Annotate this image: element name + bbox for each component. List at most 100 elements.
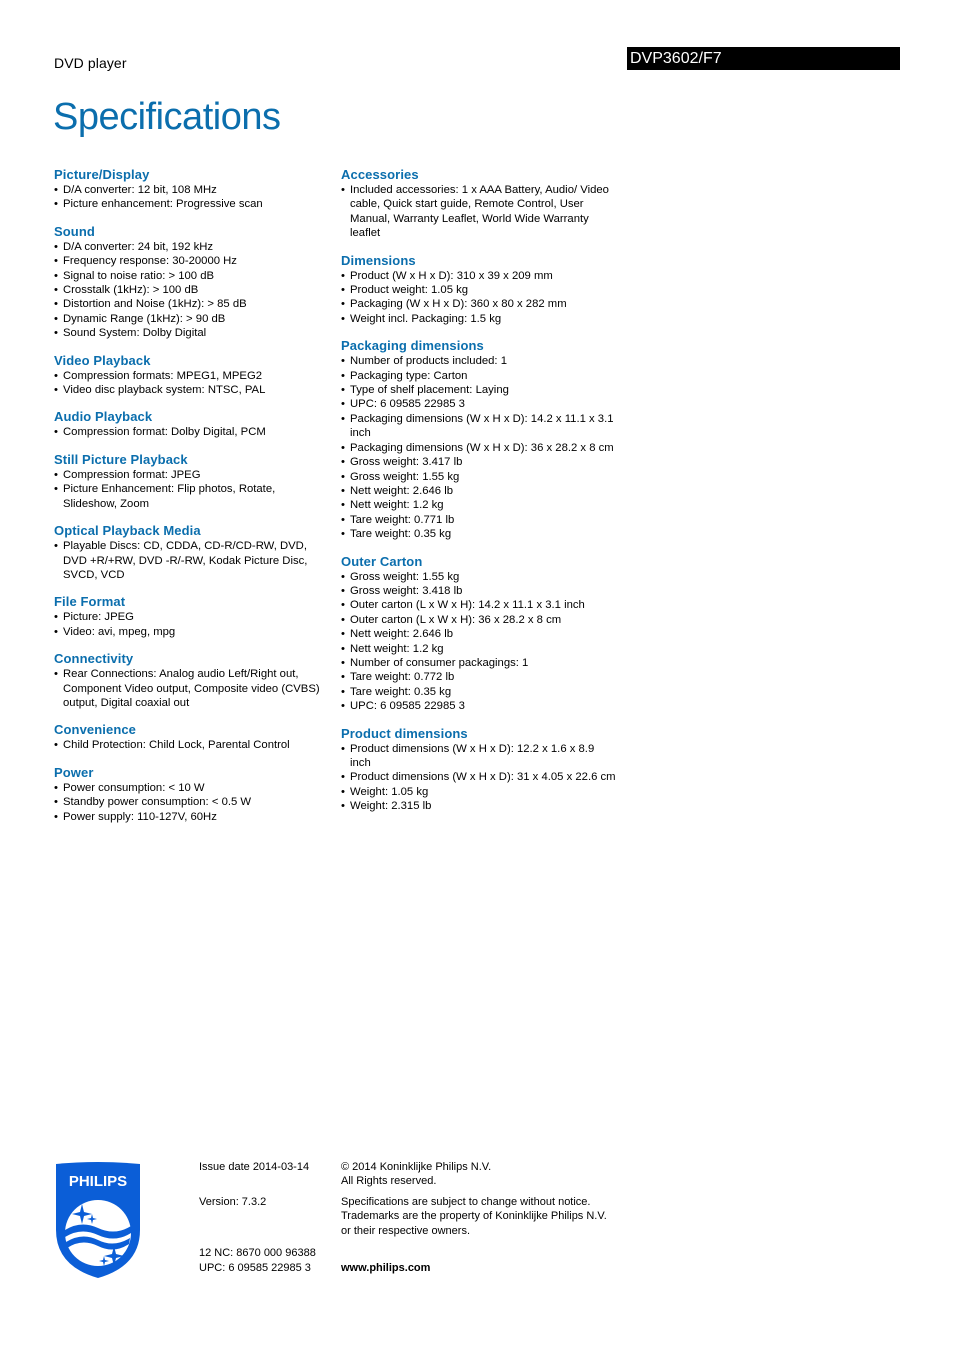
section-heading: Video Playback	[54, 352, 151, 368]
spec-section: Product dimensionsProduct dimensions (W …	[341, 726, 616, 814]
section-heading: Product dimensions	[341, 725, 468, 741]
section-heading: File Format	[54, 594, 126, 610]
disclaimer-line: Specifications are subject to change wit…	[341, 1196, 591, 1208]
spec-list: Included accessories: 1 x AAA Battery, A…	[341, 183, 616, 241]
section-heading: Convenience	[54, 722, 137, 738]
spec-item: Nett weight: 2.646 lb	[341, 484, 616, 499]
website-link[interactable]: www.philips.com	[341, 1261, 430, 1275]
spec-section: Audio PlaybackCompression format: Dolby …	[54, 409, 329, 440]
spec-item: Picture: JPEG	[54, 610, 329, 625]
spec-section: ConnectivityRear Connections: Analog aud…	[54, 651, 329, 710]
spec-list: Picture: JPEGVideo: avi, mpeg, mpg	[54, 610, 329, 639]
spec-section: SoundD/A converter: 24 bit, 192 kHzFrequ…	[54, 224, 329, 341]
spec-item: Compression format: Dolby Digital, PCM	[54, 425, 329, 440]
spec-column-right: AccessoriesIncluded accessories: 1 x AAA…	[341, 167, 616, 826]
spec-item: Frequency response: 30-20000 Hz	[54, 254, 329, 269]
spec-item: Packaging dimensions (W x H x D): 14.2 x…	[341, 412, 616, 441]
spec-item: Compression formats: MPEG1, MPEG2	[54, 369, 329, 384]
spec-list: Playable Discs: CD, CDDA, CD-R/CD-RW, DV…	[54, 539, 329, 582]
spec-item: Packaging dimensions (W x H x D): 36 x 2…	[341, 441, 616, 456]
version: Version: 7.3.2	[199, 1196, 267, 1208]
spec-item: Compression format: JPEG	[54, 468, 329, 483]
page-title: Specifications	[53, 96, 281, 138]
spec-item: Included accessories: 1 x AAA Battery, A…	[341, 183, 616, 241]
spec-item: Picture Enhancement: Flip photos, Rotate…	[54, 482, 329, 511]
spec-section: Optical Playback MediaPlayable Discs: CD…	[54, 523, 329, 582]
spec-item: Tare weight: 0.35 kg	[341, 685, 616, 700]
copyright: © 2014 Koninklijke Philips N.V. All Righ…	[341, 1160, 631, 1189]
spec-item: Product dimensions (W x H x D): 12.2 x 1…	[341, 742, 616, 771]
spec-item: Tare weight: 0.772 lb	[341, 670, 616, 685]
section-heading: Optical Playback Media	[54, 523, 201, 539]
spec-section: ConvenienceChild Protection: Child Lock,…	[54, 722, 329, 753]
spec-item: Sound System: Dolby Digital	[54, 326, 329, 341]
section-heading: Still Picture Playback	[54, 451, 188, 467]
spec-list: Product dimensions (W x H x D): 12.2 x 1…	[341, 742, 616, 814]
spec-list: Gross weight: 1.55 kgGross weight: 3.418…	[341, 570, 616, 714]
spec-list: Rear Connections: Analog audio Left/Righ…	[54, 667, 329, 710]
spec-item: Weight incl. Packaging: 1.5 kg	[341, 312, 616, 327]
spec-item: Picture enhancement: Progressive scan	[54, 197, 329, 212]
philips-shield-logo: PHILIPS	[56, 1162, 140, 1278]
spec-item: Gross weight: 1.55 kg	[341, 470, 616, 485]
section-heading: Packaging dimensions	[341, 338, 484, 354]
logo-wordmark: PHILIPS	[69, 1173, 127, 1190]
spec-item: Video disc playback system: NTSC, PAL	[54, 383, 329, 398]
spec-item: Rear Connections: Analog audio Left/Righ…	[54, 667, 329, 710]
spec-item: D/A converter: 24 bit, 192 kHz	[54, 240, 329, 255]
section-heading: Connectivity	[54, 651, 134, 667]
copyright-line: All Rights reserved.	[341, 1175, 437, 1188]
spec-item: Gross weight: 3.418 lb	[341, 584, 616, 599]
footer-upc: UPC: 6 09585 22985 3	[199, 1262, 311, 1274]
spec-item: Outer carton (L x W x H): 36 x 28.2 x 8 …	[341, 613, 616, 628]
spec-item: Packaging (W x H x D): 360 x 80 x 282 mm	[341, 297, 616, 312]
spec-item: UPC: 6 09585 22985 3	[341, 699, 616, 714]
spec-item: Video: avi, mpeg, mpg	[54, 625, 329, 640]
spec-section: Packaging dimensionsNumber of products i…	[341, 338, 616, 542]
spec-item: Product weight: 1.05 kg	[341, 283, 616, 298]
spec-section: Outer CartonGross weight: 1.55 kgGross w…	[341, 554, 616, 714]
spec-list: D/A converter: 24 bit, 192 kHzFrequency …	[54, 240, 329, 341]
spec-list: Number of products included: 1Packaging …	[341, 354, 616, 542]
spec-item: Dynamic Range (1kHz): > 90 dB	[54, 312, 329, 327]
spec-list: Compression formats: MPEG1, MPEG2Video d…	[54, 369, 329, 398]
spec-list: Child Protection: Child Lock, Parental C…	[54, 738, 329, 753]
spec-item: Tare weight: 0.35 kg	[341, 527, 616, 542]
spec-item: Weight: 1.05 kg	[341, 785, 616, 800]
section-heading: Power	[54, 764, 94, 780]
spec-list: Power consumption: < 10 WStandby power c…	[54, 781, 329, 825]
spec-list: Compression format: JPEGPicture Enhancem…	[54, 468, 329, 511]
copyright-line: © 2014 Koninklijke Philips N.V.	[341, 1161, 492, 1173]
section-heading: Audio Playback	[54, 409, 153, 425]
model-number-bar: DVP3602/F7	[627, 47, 900, 70]
spec-item: UPC: 6 09585 22985 3	[341, 397, 616, 412]
spec-item: Distortion and Noise (1kHz): > 85 dB	[54, 297, 329, 312]
disclaimer-line: Trademarks are the property of Koninklij…	[341, 1210, 607, 1223]
spec-item: Packaging type: Carton	[341, 369, 616, 384]
spec-section: File FormatPicture: JPEGVideo: avi, mpeg…	[54, 594, 329, 639]
spec-item: Number of consumer packagings: 1	[341, 656, 616, 671]
spec-column-left: Picture/DisplayD/A converter: 12 bit, 10…	[54, 167, 329, 836]
spec-item: Type of shelf placement: Laying	[341, 383, 616, 398]
spec-item: Nett weight: 2.646 lb	[341, 627, 616, 642]
spec-item: Child Protection: Child Lock, Parental C…	[54, 738, 329, 753]
spec-item: Tare weight: 0.771 lb	[341, 513, 616, 528]
spec-item: Power supply: 110-127V, 60Hz	[54, 810, 329, 825]
section-heading: Outer Carton	[341, 553, 423, 569]
spec-item: Power consumption: < 10 W	[54, 781, 329, 796]
spec-section: AccessoriesIncluded accessories: 1 x AAA…	[341, 167, 616, 241]
spec-item: Nett weight: 1.2 kg	[341, 498, 616, 513]
disclaimer: Specifications are subject to change wit…	[341, 1195, 631, 1238]
spec-item: Standby power consumption: < 0.5 W	[54, 795, 329, 810]
spec-section: Video PlaybackCompression formats: MPEG1…	[54, 353, 329, 398]
spec-list: Product (W x H x D): 310 x 39 x 209 mmPr…	[341, 269, 616, 327]
twelve-nc: 12 NC: 8670 000 96388	[199, 1247, 316, 1259]
spec-section: PowerPower consumption: < 10 WStandby po…	[54, 764, 329, 825]
section-heading: Accessories	[341, 167, 419, 182]
spec-list: D/A converter: 12 bit, 108 MHzPicture en…	[54, 183, 329, 212]
spec-item: Playable Discs: CD, CDDA, CD-R/CD-RW, DV…	[54, 539, 329, 582]
spec-item: Signal to noise ratio: > 100 dB	[54, 269, 329, 284]
spec-item: Product dimensions (W x H x D): 31 x 4.0…	[341, 770, 616, 785]
spec-item: Weight: 2.315 lb	[341, 799, 616, 814]
section-heading: Dimensions	[341, 252, 416, 268]
